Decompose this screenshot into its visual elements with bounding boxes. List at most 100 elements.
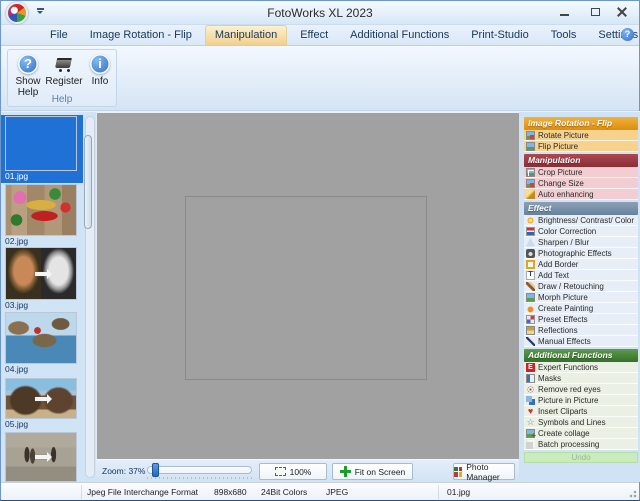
thumbnail-filename: 04.jpg: [5, 364, 83, 375]
photo-manager-button[interactable]: Photo Manager: [453, 463, 515, 480]
panel-item-change-size[interactable]: Change Size: [524, 178, 638, 189]
panel-item-picture-in-picture[interactable]: Picture in Picture: [524, 395, 638, 406]
edited-image-preview[interactable]: [186, 197, 426, 379]
zoom-100-button[interactable]: 100%: [259, 463, 327, 480]
before-after-arrow: [35, 272, 47, 276]
tab-tools[interactable]: Tools: [542, 26, 586, 45]
panel-item-morph-picture[interactable]: Morph Picture: [524, 292, 638, 303]
image-quadrant-sepia: [306, 288, 426, 379]
thumbnail-image-04: [5, 312, 77, 364]
panel-item-masks[interactable]: Masks: [524, 373, 638, 384]
thumbnail-item-01[interactable]: 01.jpg: [1, 115, 83, 183]
tab-effect[interactable]: Effect: [291, 26, 337, 45]
draw-retouching-icon: [526, 282, 535, 291]
tab-manipulation[interactable]: Manipulation: [205, 25, 287, 45]
panel-item-manual-effects[interactable]: Manual Effects: [524, 336, 638, 347]
status-dimensions: 898x680: [214, 487, 247, 497]
batch-processing-icon: [526, 440, 535, 449]
create-collage-icon: [526, 429, 535, 438]
status-file-type: JPEG: [326, 487, 348, 497]
brightness-icon: [526, 216, 535, 225]
status-color-depth: 24Bit Colors: [261, 487, 307, 497]
sharpen-blur-icon: [526, 238, 535, 247]
title-bar: FotoWorks XL 2023: [1, 1, 639, 25]
rotate-picture-icon: [526, 131, 535, 140]
minimize-icon: [560, 14, 569, 16]
panel-item-symbols-and-lines[interactable]: Symbols and Lines: [524, 417, 638, 428]
morph-picture-icon: [526, 293, 535, 302]
add-text-icon: [526, 271, 535, 280]
panel-item-batch-processing[interactable]: Batch processing: [524, 439, 638, 450]
thumbnail-item-04[interactable]: 04.jpg: [1, 311, 83, 376]
change-size-icon: [526, 179, 535, 188]
panel-item-reflections[interactable]: Reflections: [524, 325, 638, 336]
panel-item-insert-cliparts[interactable]: Insert Cliparts: [524, 406, 638, 417]
thumbnail-item-05[interactable]: 05.jpg: [1, 377, 83, 431]
resize-grip[interactable]: [627, 488, 637, 498]
panel-item-add-text[interactable]: Add Text: [524, 270, 638, 281]
panel-item-add-border[interactable]: Add Border: [524, 259, 638, 270]
main-canvas[interactable]: [96, 111, 519, 459]
create-painting-icon: [526, 304, 535, 313]
info-icon: i: [90, 54, 110, 74]
tab-print-studio[interactable]: Print-Studio: [462, 26, 537, 45]
tab-image-rotation-flip[interactable]: Image Rotation - Flip: [81, 26, 201, 45]
minimize-button[interactable]: [551, 4, 577, 20]
panel-item-expert-functions[interactable]: Expert Functions: [524, 362, 638, 373]
panel-item-preset-effects[interactable]: Preset Effects: [524, 314, 638, 325]
menu-tab-bar: File Image Rotation - Flip Manipulation …: [1, 25, 639, 46]
image-quadrant-bw-dark: [306, 197, 426, 288]
panel-item-auto-enhancing[interactable]: Auto enhancing: [524, 189, 638, 200]
color-correction-icon: [526, 227, 535, 236]
zoom-slider-ticks: [147, 477, 252, 479]
reflections-icon: [526, 326, 535, 335]
zoom-100-icon: [275, 467, 286, 476]
show-help-button[interactable]: ? Show Help: [10, 52, 46, 98]
fit-on-screen-button[interactable]: Fit on Screen: [332, 463, 413, 480]
panel-item-remove-red-eyes[interactable]: Remove red eyes: [524, 384, 638, 395]
remove-red-eyes-icon: [526, 385, 535, 394]
panel-item-brightness-contrast-color[interactable]: Brightness/ Contrast/ Color: [524, 215, 638, 226]
panel-item-photographic-effects[interactable]: Photographic Effects: [524, 248, 638, 259]
sidebar-scrollbar[interactable]: [85, 116, 95, 478]
shopping-cart-icon: [53, 54, 75, 74]
panel-item-create-painting[interactable]: Create Painting: [524, 303, 638, 314]
panel-item-crop-picture[interactable]: Crop Picture: [524, 167, 638, 178]
tool-panel: Image Rotation - Flip Rotate Picture Fli…: [519, 111, 640, 482]
maximize-icon: [591, 8, 600, 16]
add-border-icon: [526, 260, 535, 269]
sidebar-scrollbar-thumb[interactable]: [84, 135, 92, 229]
section-header-effect: Effect: [524, 202, 638, 215]
thumbnail-item-03[interactable]: 03.jpg: [1, 246, 83, 312]
crop-picture-icon: [526, 168, 535, 177]
thumbnail-filename: 03.jpg: [5, 300, 83, 311]
ribbon-group-help: ? Show Help Register i Info Help: [7, 49, 117, 107]
zoom-toolbar: Zoom: 37% 100% Fit on Screen Photo Manag…: [96, 459, 519, 482]
panel-item-sharpen-blur[interactable]: Sharpen / Blur: [524, 237, 638, 248]
photo-manager-icon: [454, 467, 462, 477]
thumbnail-item-06[interactable]: [1, 431, 83, 482]
maximize-button[interactable]: [582, 4, 608, 20]
fit-on-screen-icon: [340, 466, 351, 477]
register-button[interactable]: Register: [46, 52, 82, 98]
ribbon: ? Show Help Register i Info Help: [1, 46, 639, 111]
thumbnail-filename: 05.jpg: [5, 419, 83, 430]
close-button[interactable]: [609, 4, 635, 20]
thumbnail-item-02[interactable]: 02.jpg: [1, 183, 83, 248]
section-header-image-rotation-flip: Image Rotation - Flip: [524, 117, 638, 130]
app-window: FotoWorks XL 2023 File Image Rotation - …: [0, 0, 640, 501]
undo-button[interactable]: Undo: [524, 452, 638, 463]
panel-item-create-collage[interactable]: Create collage: [524, 428, 638, 439]
tab-additional-functions[interactable]: Additional Functions: [341, 26, 458, 45]
panel-item-flip-picture[interactable]: Flip Picture: [524, 141, 638, 152]
panel-item-draw-retouching[interactable]: Draw / Retouching: [524, 281, 638, 292]
insert-cliparts-icon: [526, 407, 535, 416]
masks-icon: [526, 374, 535, 383]
zoom-slider-thumb[interactable]: [152, 463, 159, 477]
panel-item-color-correction[interactable]: Color Correction: [524, 226, 638, 237]
tab-file[interactable]: File: [41, 26, 77, 45]
zoom-slider[interactable]: [147, 466, 252, 474]
info-button[interactable]: i Info: [82, 52, 118, 98]
panel-item-rotate-picture[interactable]: Rotate Picture: [524, 130, 638, 141]
help-icon[interactable]: ?: [621, 28, 634, 41]
